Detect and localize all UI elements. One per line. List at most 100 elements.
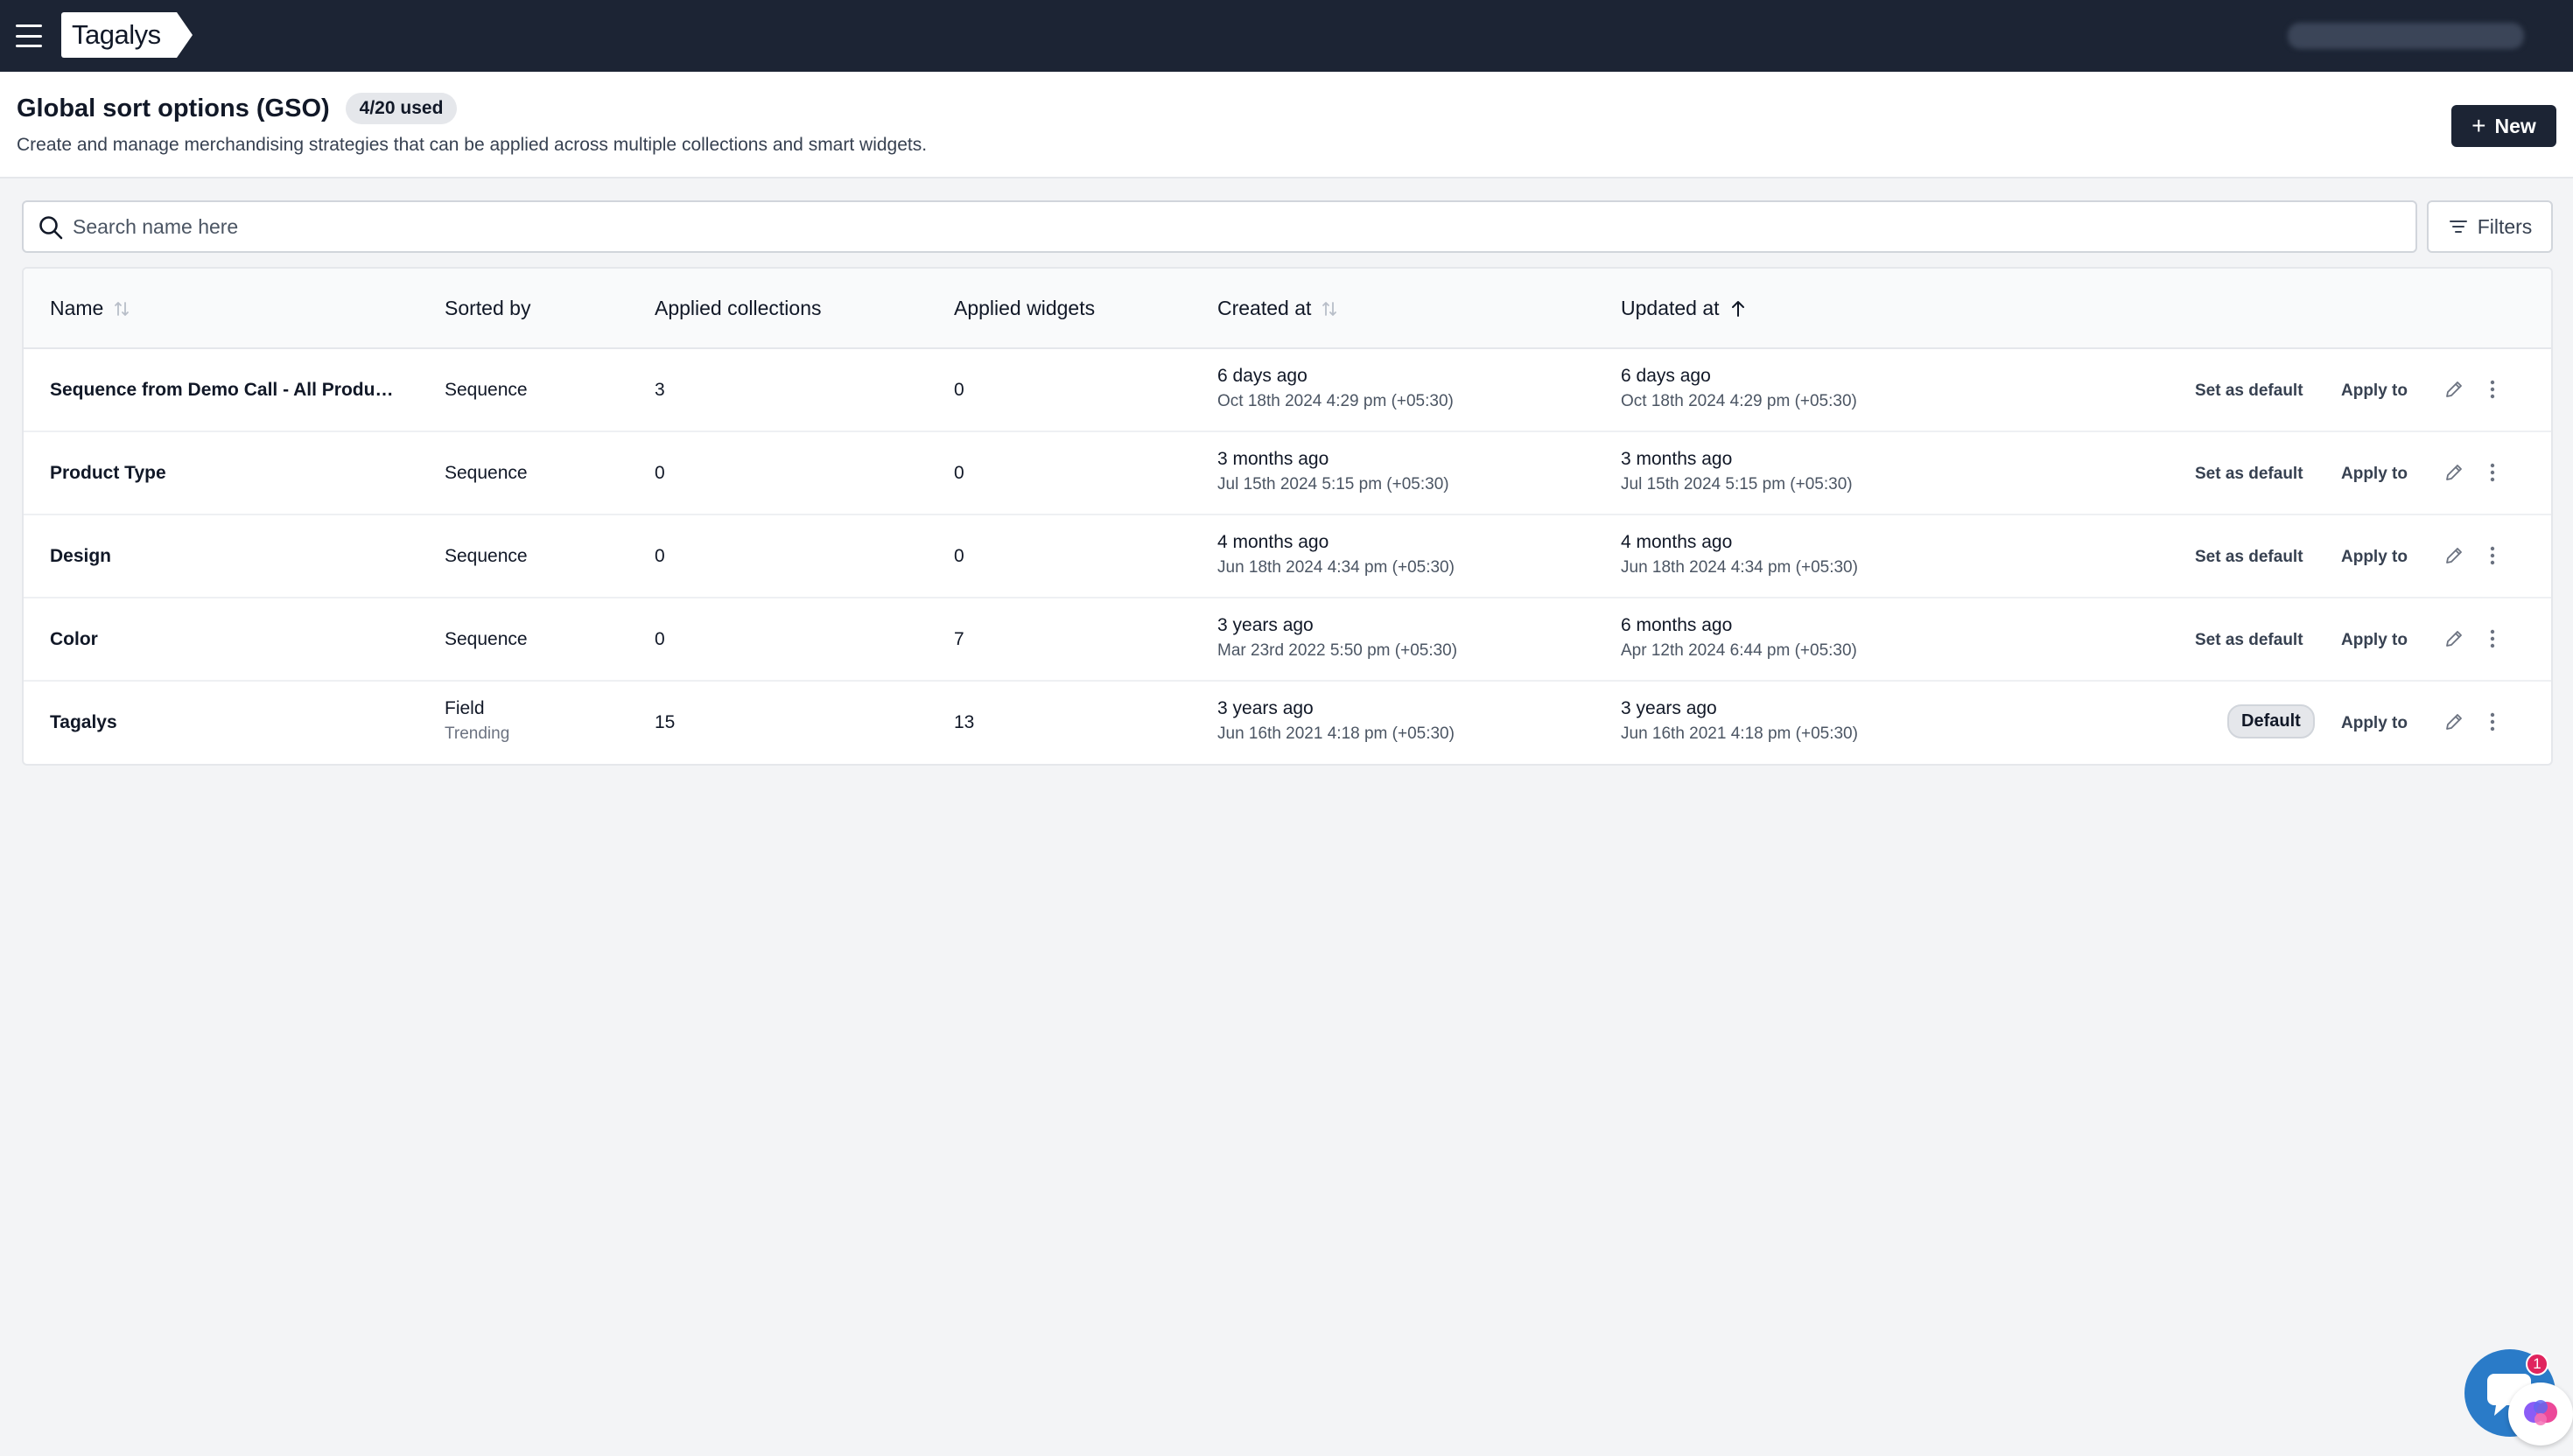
brain-graphic	[2524, 1400, 2557, 1425]
sort-icon[interactable]	[1320, 299, 1339, 318]
column-label: Updated at	[1621, 297, 1720, 319]
updated-at: 4 months ago Jun 18th 2024 4:34 pm (+05:…	[1621, 532, 1858, 578]
logo[interactable]: Tagalys	[61, 12, 193, 58]
applied-collections-count: 0	[655, 546, 665, 566]
user-menu[interactable]	[2288, 23, 2524, 49]
created-absolute: Oct 18th 2024 4:29 pm (+05:30)	[1217, 392, 1454, 410]
column-header-applied-widgets: Applied widgets	[954, 297, 1095, 320]
column-header-updated-at[interactable]: Updated at	[1621, 297, 1748, 320]
search-icon	[39, 216, 63, 240]
created-at: 3 years ago Jun 16th 2021 4:18 pm (+05:3…	[1217, 698, 1455, 744]
more-vertical-icon[interactable]	[2489, 711, 2496, 732]
apply-to-button[interactable]: Apply to	[2341, 382, 2408, 401]
pencil-icon[interactable]	[2443, 545, 2464, 566]
column-label: Applied widgets	[954, 297, 1096, 319]
column-header-applied-collections: Applied collections	[655, 297, 822, 320]
column-header-sorted-by: Sorted by	[445, 297, 530, 320]
created-relative: 3 years ago	[1217, 698, 1314, 718]
gso-table: Name Sorted by Applied collections Appli…	[22, 267, 2553, 766]
set-as-default-button[interactable]: Set as default	[2195, 465, 2303, 484]
updated-absolute: Jul 15th 2024 5:15 pm (+05:30)	[1621, 475, 1853, 494]
search-input[interactable]	[73, 202, 2401, 251]
gso-name[interactable]: Design	[50, 546, 111, 567]
created-relative: 4 months ago	[1217, 532, 1329, 552]
table-row[interactable]: Sequence from Demo Call - All Produc... …	[24, 349, 2551, 432]
applied-widgets-count: 0	[954, 380, 964, 400]
plus-icon: +	[2471, 112, 2486, 139]
created-absolute: Mar 23rd 2022 5:50 pm (+05:30)	[1217, 641, 1458, 660]
applied-collections-count: 3	[655, 380, 665, 400]
new-button-label: New	[2494, 114, 2536, 137]
sorted-by-type: Field	[445, 698, 485, 718]
updated-relative: 6 days ago	[1621, 366, 1711, 386]
sorted-by-field: Trending	[445, 724, 510, 743]
created-absolute: Jun 16th 2021 4:18 pm (+05:30)	[1217, 724, 1455, 743]
applied-widgets-count: 7	[954, 629, 964, 649]
apply-to-button[interactable]: Apply to	[2341, 465, 2408, 484]
column-label: Created at	[1217, 297, 1312, 319]
pencil-icon[interactable]	[2443, 711, 2464, 732]
created-at: 3 months ago Jul 15th 2024 5:15 pm (+05:…	[1217, 449, 1449, 494]
filters-label: Filters	[2477, 214, 2533, 238]
filters-button[interactable]: Filters	[2427, 200, 2553, 253]
applied-widgets-count: 0	[954, 546, 964, 566]
unread-badge: 1	[2526, 1353, 2548, 1376]
set-as-default-button[interactable]: Set as default	[2195, 631, 2303, 650]
set-as-default-button[interactable]: Set as default	[2195, 548, 2303, 567]
apply-to-button[interactable]: Apply to	[2341, 714, 2408, 733]
updated-relative: 3 years ago	[1621, 698, 1717, 718]
gso-name[interactable]: Product Type	[50, 463, 166, 484]
gso-name[interactable]: Tagalys	[50, 712, 117, 733]
column-header-name[interactable]: Name	[50, 297, 131, 320]
more-vertical-icon[interactable]	[2489, 462, 2496, 483]
gso-name[interactable]: Sequence from Demo Call - All Produc...	[50, 380, 400, 401]
table-header: Name Sorted by Applied collections Appli…	[24, 269, 2551, 349]
usage-badge: 4/20 used	[345, 93, 458, 124]
table-row[interactable]: Tagalys Field Trending 15 13 3 years ago…	[24, 682, 2551, 764]
applied-widgets-count: 0	[954, 463, 964, 483]
sorted-by: Sequence	[445, 546, 528, 566]
pencil-icon[interactable]	[2443, 379, 2464, 400]
menu-icon[interactable]	[16, 24, 42, 47]
more-vertical-icon[interactable]	[2489, 379, 2496, 400]
more-vertical-icon[interactable]	[2489, 628, 2496, 649]
table-row[interactable]: Design Sequence 0 0 4 months ago Jun 18t…	[24, 515, 2551, 598]
sorted-by: Sequence	[445, 463, 528, 483]
brain-icon[interactable]	[2508, 1382, 2573, 1446]
sort-icon[interactable]	[112, 299, 131, 318]
pencil-icon[interactable]	[2443, 462, 2464, 483]
new-button[interactable]: + New	[2451, 105, 2556, 147]
column-label: Name	[50, 297, 104, 319]
column-header-created-at[interactable]: Created at	[1217, 297, 1339, 320]
arrow-up-icon[interactable]	[1728, 299, 1748, 318]
apply-to-button[interactable]: Apply to	[2341, 548, 2408, 567]
sorted-by: Sequence	[445, 380, 528, 400]
created-absolute: Jun 18th 2024 4:34 pm (+05:30)	[1217, 558, 1455, 577]
set-as-default-button[interactable]: Set as default	[2195, 382, 2303, 401]
updated-absolute: Jun 18th 2024 4:34 pm (+05:30)	[1621, 558, 1858, 577]
sorted-by: Sequence	[445, 629, 528, 649]
sorted-by: Field Trending	[445, 698, 509, 744]
created-relative: 3 months ago	[1217, 449, 1329, 469]
default-badge: Default	[2227, 704, 2315, 738]
filter-icon	[2449, 220, 2467, 233]
apply-to-button[interactable]: Apply to	[2341, 631, 2408, 650]
applied-widgets-count: 13	[954, 712, 975, 732]
pencil-icon[interactable]	[2443, 628, 2464, 649]
logo-text: Tagalys	[61, 12, 177, 58]
logo-arrow	[176, 12, 193, 58]
created-absolute: Jul 15th 2024 5:15 pm (+05:30)	[1217, 475, 1449, 494]
table-row[interactable]: Product Type Sequence 0 0 3 months ago J…	[24, 432, 2551, 515]
more-vertical-icon[interactable]	[2489, 545, 2496, 566]
top-navbar: Tagalys	[0, 0, 2573, 72]
updated-relative: 3 months ago	[1621, 449, 1733, 469]
table-row[interactable]: Color Sequence 0 7 3 years ago Mar 23rd …	[24, 598, 2551, 682]
updated-absolute: Jun 16th 2021 4:18 pm (+05:30)	[1621, 724, 1858, 743]
gso-name[interactable]: Color	[50, 629, 98, 650]
updated-at: 6 days ago Oct 18th 2024 4:29 pm (+05:30…	[1621, 366, 1857, 411]
updated-relative: 6 months ago	[1621, 615, 1733, 635]
created-at: 6 days ago Oct 18th 2024 4:29 pm (+05:30…	[1217, 366, 1454, 411]
page-title: Global sort options (GSO)	[17, 94, 330, 122]
applied-collections-count: 15	[655, 712, 676, 732]
page-header: Global sort options (GSO) 4/20 used Crea…	[0, 72, 2573, 178]
